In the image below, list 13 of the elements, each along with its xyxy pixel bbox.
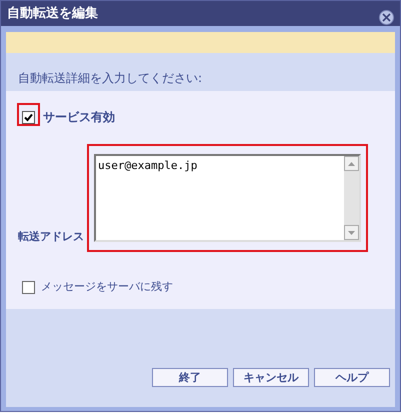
checkbox[interactable] <box>22 280 35 294</box>
checkbox-label: メッセージをサーバに残す <box>41 279 173 295</box>
dialog-button[interactable]: 終了 <box>152 368 228 387</box>
highlight-frame <box>17 103 40 126</box>
field-label: 転送アドレス <box>18 229 84 245</box>
section-header: 自動転送詳細を入力してください: <box>6 53 395 91</box>
dialog-button[interactable]: キャンセル <box>233 368 309 387</box>
checkbox[interactable] <box>22 110 35 124</box>
close-icon[interactable] <box>379 10 394 25</box>
checkbox-label: サービス有効 <box>43 109 115 126</box>
dialog-button[interactable]: ヘルプ <box>314 368 390 387</box>
window-title: 自動転送を編集 <box>7 4 98 23</box>
address-textarea[interactable]: user@example.jp <box>94 154 361 242</box>
